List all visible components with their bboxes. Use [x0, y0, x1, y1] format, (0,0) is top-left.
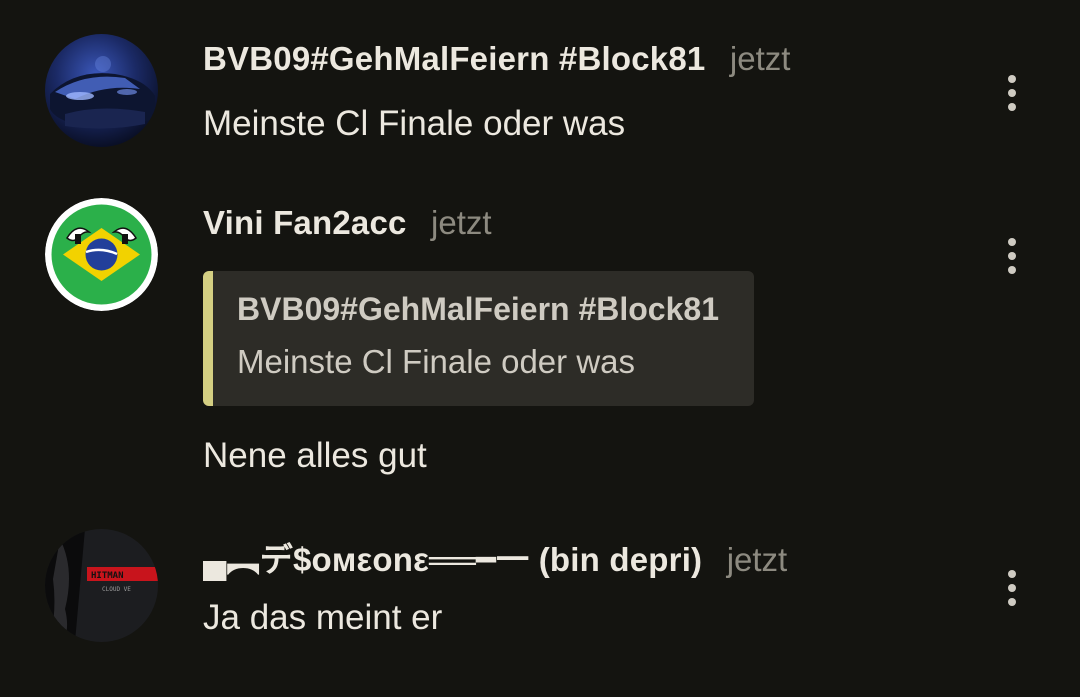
menu-dot: [1008, 584, 1016, 592]
avatar[interactable]: [45, 198, 158, 311]
comment-header: Vini Fan2acc jetzt: [203, 204, 492, 242]
more-vertical-icon[interactable]: [992, 71, 1032, 115]
quote-bar: [203, 271, 213, 406]
brazil-ball-avatar-icon: [45, 198, 158, 311]
comment-header: ▄︻デ$oмεonε══━一 (bin depri) jetzt: [203, 533, 787, 581]
comment-header: BVB09#GehMalFeiern #Block81 jetzt: [203, 40, 790, 78]
menu-dot: [1008, 89, 1016, 97]
avatar-title: HITMAN: [91, 571, 124, 581]
menu-dot: [1008, 103, 1016, 111]
comment-text: Ja das meint er: [203, 598, 443, 637]
avatar-subtitle: CLOUD VE: [102, 586, 131, 593]
more-vertical-icon[interactable]: [992, 566, 1032, 610]
menu-dot: [1008, 570, 1016, 578]
comment-list: BVB09#GehMalFeiern #Block81 jetzt Meinst…: [0, 0, 1080, 697]
username[interactable]: ▄︻デ$oмεonε══━一 (bin depri): [203, 541, 702, 578]
quoted-comment[interactable]: BVB09#GehMalFeiern #Block81 Meinste Cl F…: [203, 271, 754, 406]
timestamp: jetzt: [431, 204, 492, 241]
menu-dot: [1008, 252, 1016, 260]
menu-dot: [1008, 75, 1016, 83]
timestamp: jetzt: [729, 40, 791, 77]
quoted-text: Meinste Cl Finale oder was: [237, 343, 635, 380]
username[interactable]: Vini Fan2acc: [203, 204, 407, 241]
more-vertical-icon[interactable]: [992, 234, 1032, 278]
avatar[interactable]: [45, 34, 158, 147]
comment-text: Meinste Cl Finale oder was: [203, 104, 626, 143]
menu-dot: [1008, 266, 1016, 274]
avatar[interactable]: HITMAN CLOUD VE: [45, 529, 158, 642]
blue-car-avatar-icon: [45, 34, 158, 147]
menu-dot: [1008, 598, 1016, 606]
menu-dot: [1008, 238, 1016, 246]
quoted-username: BVB09#GehMalFeiern #Block81: [237, 291, 719, 327]
hitman-avatar-icon: HITMAN CLOUD VE: [45, 529, 158, 642]
comment-text: Nene alles gut: [203, 436, 427, 475]
timestamp: jetzt: [726, 541, 788, 578]
username[interactable]: BVB09#GehMalFeiern #Block81: [203, 40, 705, 77]
